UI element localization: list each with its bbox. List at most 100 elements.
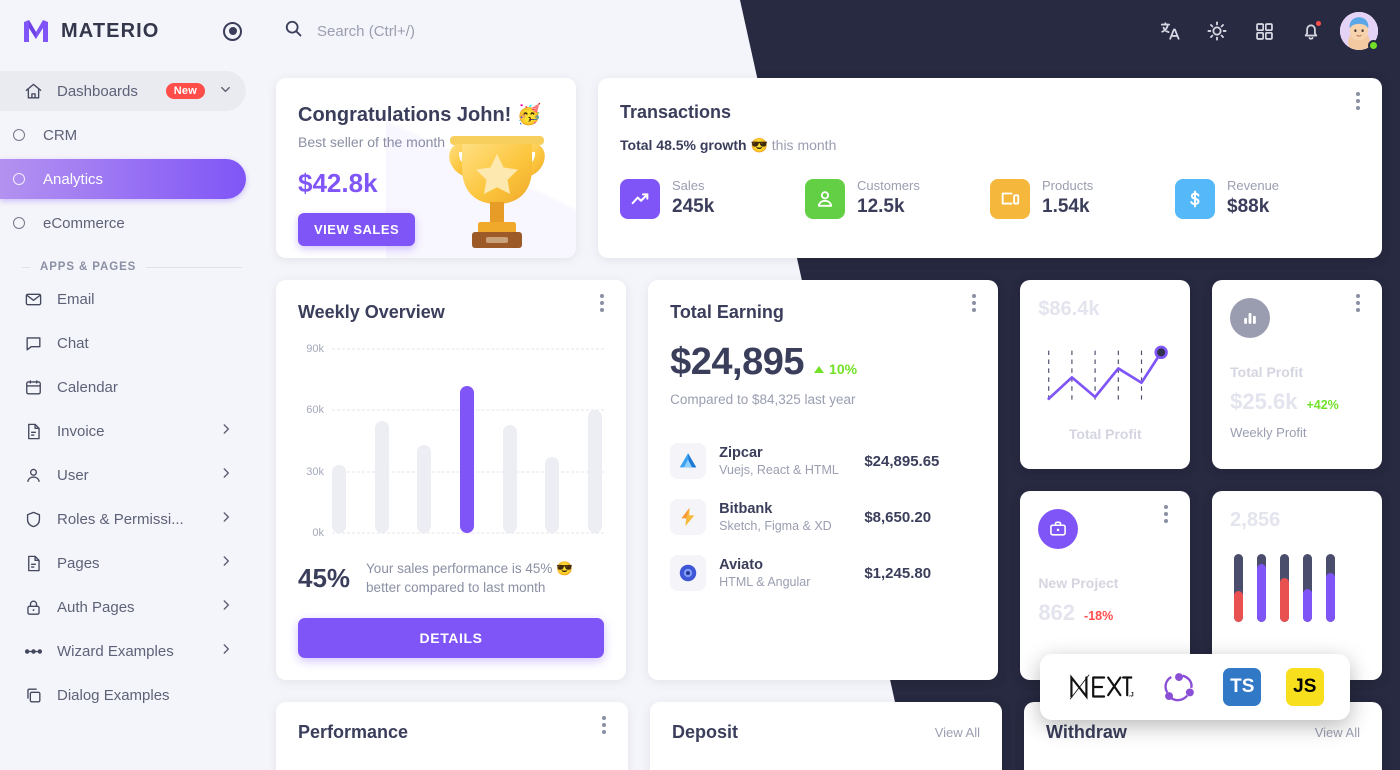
profit-line-chart (1047, 345, 1169, 401)
transactions-subtitle: Total 48.5% growth 😎 this month (620, 137, 1360, 154)
stat-customers: Customers 12.5k (805, 178, 990, 219)
stat-value: 12.5k (857, 195, 905, 217)
sidebar-item-label: Wizard Examples (57, 642, 174, 660)
chart-bar (588, 410, 603, 533)
sidebar-item-analytics[interactable]: Analytics (0, 159, 246, 199)
chevron-right-icon (219, 466, 233, 484)
item-name: Bitbank (719, 501, 773, 517)
weekly-note: Your sales performance is 45% 😎 better c… (366, 560, 573, 596)
item-value: $1,245.80 (864, 564, 932, 582)
chevron-down-icon (218, 82, 233, 101)
stat-revenue: Revenue $88k (1175, 178, 1360, 219)
search-input[interactable]: Search (Ctrl+/) (317, 23, 415, 40)
brand[interactable]: MATERIO (0, 0, 260, 62)
sidebar-pin-toggle[interactable] (223, 21, 242, 41)
tiles-row-top: $86.4k Total Profit (1020, 280, 1382, 469)
withdraw-view-all-link[interactable]: View All (1315, 725, 1360, 740)
sidebar-item-pages[interactable]: Pages (0, 543, 246, 583)
trophy-icon (449, 136, 545, 248)
list-item[interactable]: Zipcar Vuejs, React & HTML $24,895.65 (670, 433, 976, 489)
materio-logo-icon (24, 20, 48, 42)
item-name: Aviato (719, 557, 763, 573)
sidebar-item-label: Email (57, 290, 95, 308)
y-axis-tick: 0k (312, 526, 324, 539)
circle-outline-icon (8, 212, 30, 234)
sidebar-item-user[interactable]: User (0, 455, 246, 495)
sidebar-item-crm[interactable]: CRM (0, 115, 246, 155)
javascript-logo: JS (1285, 668, 1324, 706)
session-bar (1303, 554, 1313, 622)
performance-title: Performance (298, 722, 409, 742)
deposit-view-all-link[interactable]: View All (935, 725, 980, 740)
triangle-up-icon (814, 365, 825, 373)
sidebar-item-label: eCommerce (43, 214, 125, 232)
list-item[interactable]: Bitbank Sketch, Figma & XD $8,650.20 (670, 489, 976, 545)
weekly-profit-menu-icon[interactable] (1348, 294, 1368, 312)
session-bar (1326, 554, 1336, 622)
item-tech: HTML & Angular (719, 575, 811, 589)
details-button[interactable]: DETAILS (298, 618, 605, 658)
weekly-bar-chart: 0k 30k 60k 90k (298, 343, 605, 557)
sidebar-item-wizard-examples[interactable]: Wizard Examples (0, 631, 246, 671)
sidebar-item-roles-permissions[interactable]: Roles & Permissi... (0, 499, 246, 539)
new-project-card: New Project 862 -18% (1020, 491, 1191, 680)
app-root: Search (Ctrl+/) MATERIO Dashboards New C… (0, 0, 1400, 770)
session-bar (1280, 554, 1290, 622)
grid-apps-icon[interactable] (1246, 13, 1282, 49)
briefcase-icon (1038, 509, 1079, 549)
earning-title: Total Earning (670, 302, 784, 322)
stat-sales: Sales 245k (620, 178, 805, 219)
dots-line-icon (22, 640, 44, 662)
item-metrics: $8,650.20 (864, 509, 976, 526)
search-box[interactable]: Search (Ctrl+/) (260, 18, 1152, 44)
notification-dot (1314, 19, 1323, 28)
deposit-card: Deposit View All (650, 702, 1002, 770)
sidebar-section-apps-pages: APPS & PAGES (22, 261, 242, 273)
sidebar-item-email[interactable]: Email (0, 279, 246, 319)
search-icon (283, 18, 304, 44)
sidebar: MATERIO Dashboards New CRM Anal (0, 0, 260, 770)
earning-menu-icon[interactable] (964, 294, 984, 312)
trending-up-icon (620, 178, 660, 219)
total-earning-card: Total Earning $24,895 10% Compared to $8… (648, 280, 999, 680)
svg-text:.JS: .JS (1129, 692, 1134, 699)
chart-bar (417, 445, 432, 533)
sidebar-item-chat[interactable]: Chat (0, 323, 246, 363)
weekly-profit-card: Total Profit $25.6k +42% Weekly Profit (1212, 280, 1382, 469)
new-project-menu-icon[interactable] (1156, 505, 1176, 523)
circle-outline-icon (8, 168, 30, 190)
performance-menu-icon[interactable] (594, 716, 614, 734)
transactions-emoji: 😎 (750, 137, 768, 153)
sidebar-item-label: Chat (57, 334, 89, 352)
sessions-bar-chart (1230, 554, 1364, 622)
sidebar-item-invoice[interactable]: Invoice (0, 411, 246, 451)
sidebar-item-dashboards[interactable]: Dashboards New (0, 71, 246, 111)
item-name: Zipcar (719, 445, 763, 461)
sidebar-nav: Dashboards New CRM Analytics eCommerce (0, 62, 260, 715)
transactions-title: Transactions (620, 102, 732, 122)
typescript-label: TS (1223, 668, 1262, 706)
earning-delta-value: 10% (829, 361, 858, 377)
avatar[interactable] (1340, 12, 1379, 51)
translate-icon[interactable] (1152, 13, 1188, 49)
transactions-menu-icon[interactable] (1348, 92, 1368, 110)
chevron-right-icon (219, 554, 233, 572)
item-value: $24,895.65 (864, 452, 940, 470)
stat-label: Products (1042, 178, 1094, 193)
new-project-delta: -18% (1084, 609, 1114, 623)
envelope-icon (22, 288, 44, 310)
item-metrics: $1,245.80 (864, 565, 976, 582)
sidebar-item-auth-pages[interactable]: Auth Pages (0, 587, 246, 627)
list-item[interactable]: Aviato HTML & Angular $1,245.80 (670, 545, 976, 601)
weekly-overview-card: Weekly Overview 0k 30k 60k 90k 45% Your sal… (276, 280, 627, 680)
sidebar-item-dialog-examples[interactable]: Dialog Examples (0, 675, 246, 715)
bell-icon[interactable] (1293, 13, 1329, 49)
devices-icon (990, 178, 1030, 219)
sessions-card: 2,856 (1212, 491, 1382, 680)
weekly-menu-icon[interactable] (592, 294, 612, 312)
transactions-card: Transactions Total 48.5% growth 😎 this m… (598, 78, 1382, 258)
sun-icon[interactable] (1199, 13, 1235, 49)
sidebar-item-ecommerce[interactable]: eCommerce (0, 203, 246, 243)
sidebar-item-label: Invoice (57, 422, 105, 440)
sidebar-item-calendar[interactable]: Calendar (0, 367, 246, 407)
